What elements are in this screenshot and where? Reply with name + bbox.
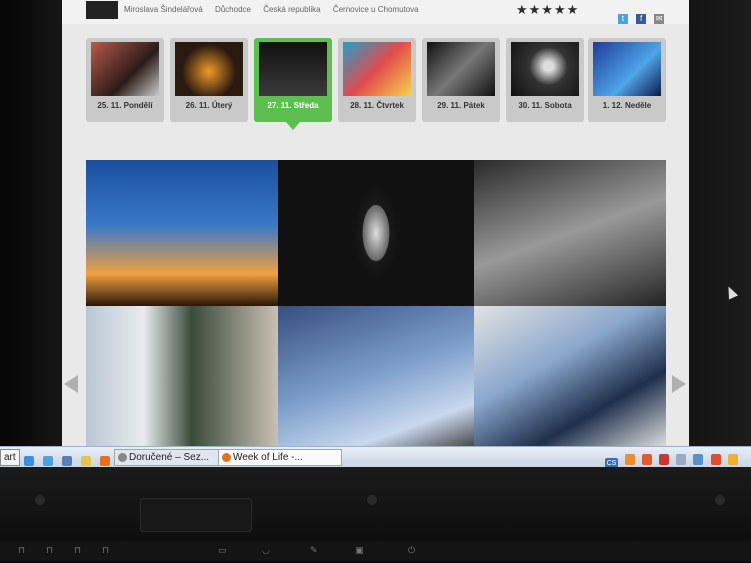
- laptop-hinge: [140, 498, 252, 532]
- lock-icon: ⊓: [74, 546, 82, 556]
- mail-app-icon: [118, 453, 127, 462]
- day-label: 1. 12. Neděle: [602, 101, 652, 110]
- edit-icon: ✎: [310, 546, 318, 556]
- photo-reflection-portrait[interactable]: [278, 306, 474, 446]
- day-tab[interactable]: 1. 12. Neděle: [588, 38, 666, 122]
- day-thumbnail: [593, 42, 661, 96]
- explorer-icon[interactable]: [43, 456, 54, 466]
- tray-icon[interactable]: [710, 454, 721, 465]
- profile-occupation: Důchodce: [214, 5, 251, 14]
- profile-meta: Miroslava Šindelářová Důchodce Česká rep…: [124, 5, 429, 14]
- firefox-icon: [222, 453, 231, 462]
- screw-icon: [35, 495, 45, 505]
- day-label: 25. 11. Pondělí: [97, 101, 153, 110]
- photo-bench-rooster[interactable]: [474, 160, 666, 306]
- profile-header: Miroslava Šindelářová Důchodce Česká rep…: [62, 0, 689, 24]
- wireless-icon: ◡: [262, 546, 270, 556]
- tray-icon[interactable]: [693, 454, 704, 465]
- day-thumbnail: [175, 42, 243, 96]
- photo-grid: [86, 160, 666, 446]
- tray-icon[interactable]: [727, 454, 738, 465]
- day-thumbnail: [91, 42, 159, 96]
- share-icons: t f ✉: [618, 6, 667, 25]
- tray-icon[interactable]: [676, 454, 687, 465]
- screw-icon: [367, 495, 377, 505]
- firefox-icon[interactable]: [100, 456, 111, 466]
- photo-oval-window[interactable]: [278, 160, 474, 306]
- power-icon: ⏻: [408, 546, 416, 556]
- day-tab[interactable]: 30. 11. Sobota: [506, 38, 584, 122]
- battery-icon: ▭: [218, 546, 227, 556]
- ie-icon[interactable]: [24, 456, 34, 466]
- status-indicators: ⊓ ⊓ ⊓ ⊓ ▭ ◡ ✎ ▣ ⏻: [0, 541, 751, 561]
- tray-icon[interactable]: [659, 454, 670, 465]
- browser-page: Miroslava Šindelářová Důchodce Česká rep…: [62, 0, 689, 446]
- taskbar-window-browser[interactable]: Week of Life -...: [218, 449, 342, 466]
- facebook-icon[interactable]: f: [636, 14, 647, 24]
- monitor-bezel-right: [689, 0, 751, 446]
- profile-country: Česká republika: [263, 5, 321, 14]
- day-tab[interactable]: 29. 11. Pátek: [422, 38, 500, 122]
- avatar[interactable]: [86, 1, 118, 19]
- photo-car-windshield[interactable]: [474, 306, 666, 446]
- rating-stars[interactable]: ★★★★★: [516, 3, 579, 18]
- lock-icon: ⊓: [46, 546, 54, 556]
- day-thumbnail: [259, 42, 327, 96]
- photo-sunset[interactable]: [86, 160, 278, 306]
- next-arrow-icon[interactable]: [672, 375, 686, 393]
- tray-icon[interactable]: [625, 454, 636, 465]
- lock-icon: ⊓: [18, 546, 26, 556]
- day-label: 26. 11. Úterý: [185, 101, 233, 110]
- save-icon[interactable]: [62, 456, 73, 466]
- day-label: 30. 11. Sobota: [518, 101, 572, 110]
- profile-name[interactable]: Miroslava Šindelářová: [124, 5, 203, 14]
- start-button[interactable]: art: [0, 449, 20, 466]
- day-label: 27. 11. Středa: [267, 101, 319, 110]
- day-label: 28. 11. Čtvrtek: [350, 101, 404, 110]
- profile-place: Černovice u Chomutova: [332, 5, 419, 14]
- previous-arrow-icon[interactable]: [64, 375, 78, 393]
- day-tab-active[interactable]: 27. 11. Středa: [254, 38, 332, 130]
- day-tab[interactable]: 28. 11. Čtvrtek: [338, 38, 416, 122]
- twitter-icon[interactable]: t: [618, 14, 628, 24]
- day-tab[interactable]: 25. 11. Pondělí: [86, 38, 164, 122]
- lock-icon: ⊓: [102, 546, 110, 556]
- day-tab[interactable]: 26. 11. Úterý: [170, 38, 248, 122]
- taskbar-window-label: Doručené – Sez...: [129, 452, 210, 463]
- screw-icon: [715, 495, 725, 505]
- day-tabs: 25. 11. Pondělí 26. 11. Úterý 27. 11. St…: [86, 38, 666, 130]
- day-thumbnail: [511, 42, 579, 96]
- camera-icon: ▣: [355, 546, 364, 556]
- day-thumbnail: [427, 42, 495, 96]
- photo-shop-window[interactable]: [86, 306, 278, 446]
- day-label: 29. 11. Pátek: [437, 101, 485, 110]
- mail-icon[interactable]: ✉: [654, 14, 665, 24]
- tray-icon[interactable]: [642, 454, 653, 465]
- taskbar-window-label: Week of Life -...: [233, 452, 303, 463]
- day-thumbnail: [343, 42, 411, 96]
- monitor-bezel-left: [0, 0, 62, 446]
- chrome-icon[interactable]: [81, 456, 92, 466]
- windows-taskbar: art Doručené – Sez... Week of Life -... …: [0, 446, 751, 484]
- active-tab-pointer: [286, 122, 300, 130]
- taskbar-window-mail[interactable]: Doručené – Sez...: [114, 449, 228, 466]
